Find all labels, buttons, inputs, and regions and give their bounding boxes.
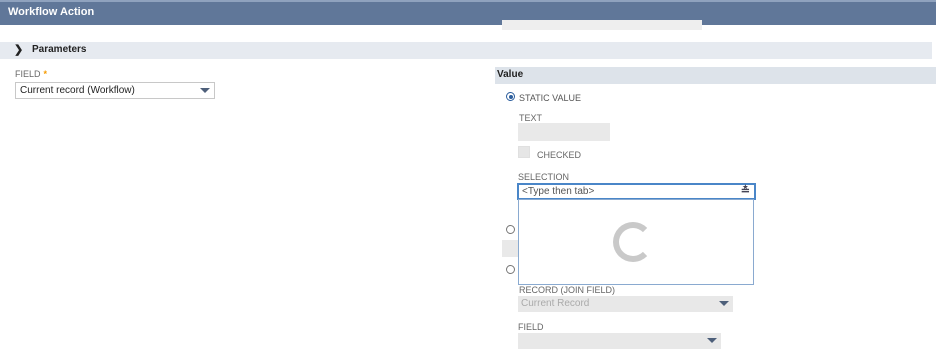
caret-down-icon[interactable] <box>707 338 717 343</box>
selection-combobox[interactable]: <Type then tab> ≛ <box>517 183 756 200</box>
static-value-label: STATIC VALUE <box>519 93 582 103</box>
required-marker: * <box>43 69 48 79</box>
loading-spinner-icon <box>613 222 653 262</box>
field-select-value: Current record (Workflow) <box>20 85 135 96</box>
section-label: Parameters <box>32 44 87 55</box>
title-bar: Workflow Action <box>0 0 936 25</box>
record-join-value: Current Record <box>521 298 590 309</box>
selection-label: SELECTION <box>518 172 570 182</box>
field-select[interactable]: Current record (Workflow) <box>15 82 215 99</box>
record-join-select[interactable]: Current Record <box>518 296 733 312</box>
selection-placeholder: <Type then tab> <box>522 186 595 197</box>
caret-down-icon[interactable] <box>719 301 729 306</box>
option-radio-2[interactable] <box>506 225 515 234</box>
chevron-down-icon[interactable]: ❯ <box>14 43 23 56</box>
obscured-field <box>502 20 702 30</box>
static-value-radio[interactable] <box>506 92 515 101</box>
parameters-section-header[interactable]: ❯ Parameters <box>0 42 932 59</box>
value-header-label: Value <box>497 69 524 80</box>
option-radio-3[interactable] <box>506 265 515 274</box>
record-join-label: RECORD (JOIN FIELD) <box>519 285 616 295</box>
checked-label: CHECKED <box>537 150 582 160</box>
field2-select[interactable] <box>518 333 721 349</box>
caret-down-icon[interactable] <box>200 88 210 93</box>
field-label: FIELD <box>15 69 41 79</box>
text-input[interactable] <box>518 123 610 141</box>
double-chevron-down-icon[interactable]: ≛ <box>741 184 750 197</box>
checked-checkbox[interactable] <box>518 146 530 158</box>
field2-label: FIELD <box>518 322 544 332</box>
text-label: TEXT <box>519 113 543 123</box>
value-header: Value <box>495 67 936 84</box>
field-label-row: FIELD * <box>15 69 47 79</box>
option-2-field[interactable] <box>502 240 518 257</box>
selection-dropdown <box>518 199 754 285</box>
window-title: Workflow Action <box>8 6 95 18</box>
